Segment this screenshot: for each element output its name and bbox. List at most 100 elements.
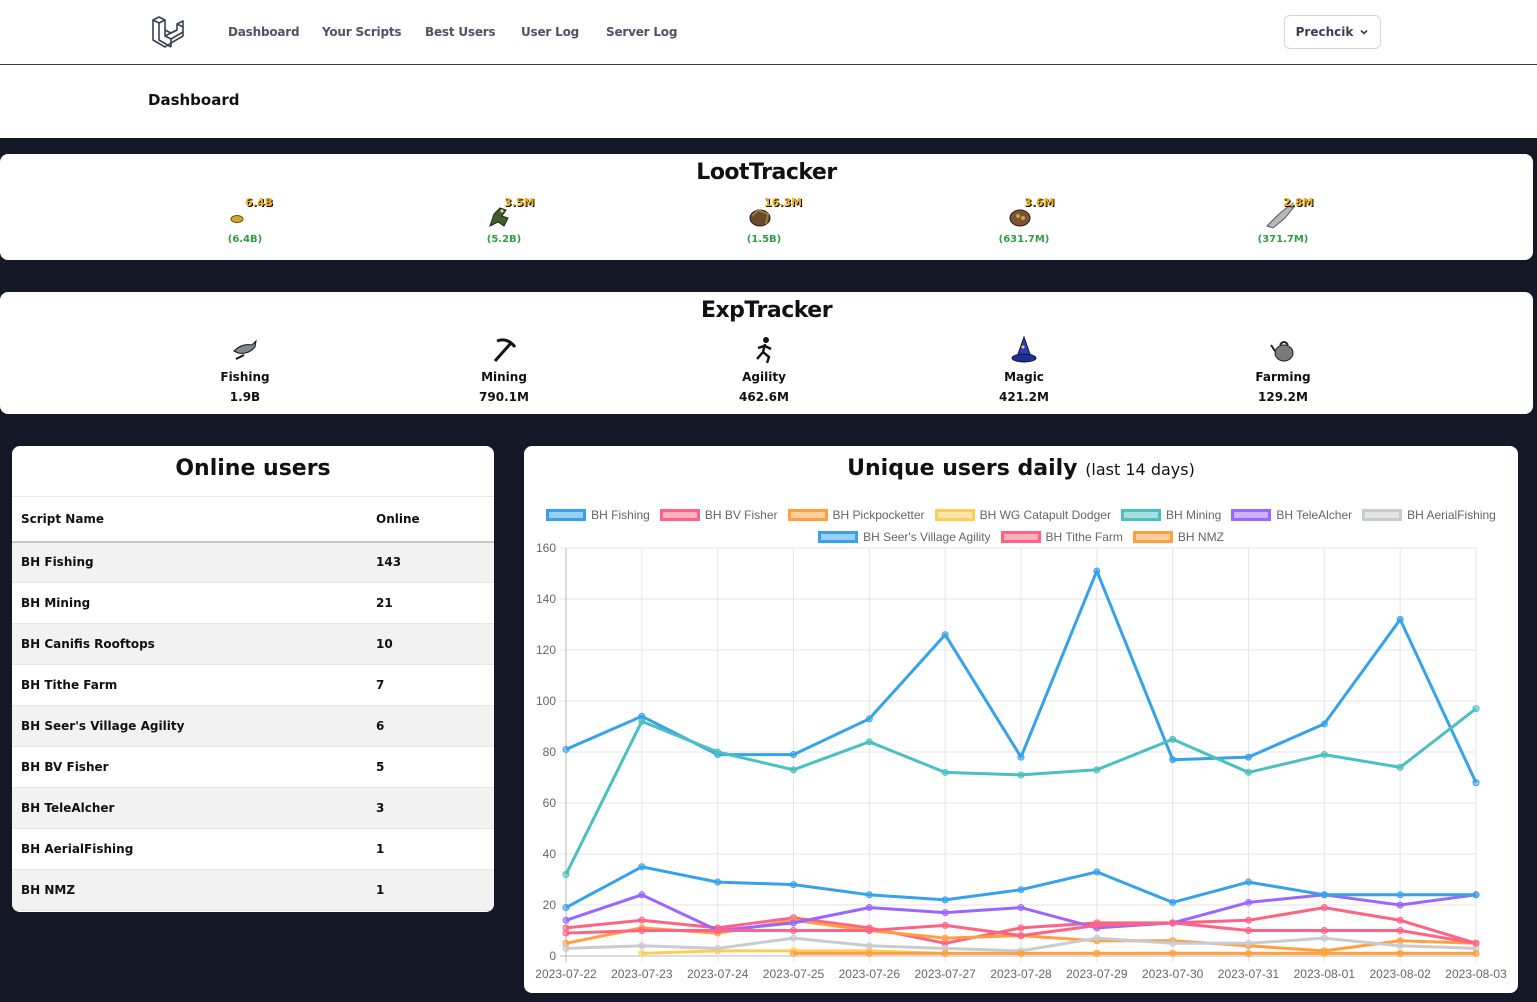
data-point	[1320, 949, 1328, 957]
data-point	[865, 942, 873, 950]
y-tick-label: 160	[536, 541, 556, 555]
farming-icon	[1270, 341, 1294, 362]
data-point	[638, 891, 646, 899]
data-point	[941, 631, 949, 639]
table-row[interactable]: BH TeleAlcher 3	[12, 787, 494, 829]
loot-qty: 2.8M	[1283, 196, 1314, 209]
table-header-row: Script Name Online	[12, 496, 494, 543]
data-point	[865, 715, 873, 723]
data-point	[1396, 891, 1404, 899]
loot-item[interactable]: 2.8M (371.7M)	[1223, 196, 1343, 245]
exp-item[interactable]: Fishing 1.9B	[185, 335, 305, 404]
data-point	[790, 949, 797, 957]
loot-qty: 16.3M	[764, 196, 803, 209]
nav-server-log[interactable]: Server Log	[606, 0, 677, 64]
x-tick-label: 2023-07-29	[1066, 967, 1128, 981]
legend-item[interactable]: BH AerialFishing	[1362, 508, 1496, 522]
exp-item[interactable]: Mining 790.1M	[444, 335, 564, 404]
chevron-down-icon	[1360, 29, 1368, 35]
agility-icon	[756, 337, 772, 364]
data-point	[1396, 901, 1404, 909]
loot-item[interactable]: 3.5M (5.2B)	[444, 196, 564, 245]
loot-item[interactable]: 16.3M (1.5B)	[704, 196, 824, 245]
exp-skill-value: 790.1M	[479, 390, 529, 404]
data-point	[1169, 949, 1177, 957]
x-tick-label: 2023-08-02	[1369, 967, 1431, 981]
column-header-online[interactable]: Online	[376, 496, 494, 543]
legend-label: BH BV Fisher	[704, 508, 778, 522]
table-row[interactable]: BH AerialFishing 1	[12, 828, 494, 870]
table-row[interactable]: BH Fishing 143	[12, 541, 494, 583]
legend-item[interactable]: BH BV Fisher	[659, 508, 778, 522]
y-tick-label: 80	[543, 745, 557, 759]
table-row[interactable]: BH Mining 21	[12, 582, 494, 624]
chart-title: Unique users daily (last 14 days)	[524, 446, 1518, 481]
legend-swatch	[934, 509, 975, 521]
nav-your-scripts[interactable]: Your Scripts	[322, 0, 402, 64]
data-point	[1093, 766, 1101, 774]
table-row[interactable]: BH NMZ 1	[12, 869, 494, 911]
unique-users-chart-panel: Unique users daily (last 14 days) BH Fis…	[524, 446, 1518, 993]
data-point	[1093, 567, 1101, 575]
exp-item[interactable]: Agility 462.6M	[704, 335, 824, 404]
user-menu-button[interactable]: Prechcik	[1284, 15, 1381, 49]
data-point	[790, 927, 797, 934]
data-point	[1320, 934, 1328, 942]
table-row[interactable]: BH BV Fisher 5	[12, 746, 494, 788]
nav-user-log[interactable]: User Log	[521, 0, 579, 64]
exp-skill-name: Farming	[1255, 370, 1311, 384]
legend-item[interactable]: BH TeleAlcher	[1231, 508, 1352, 522]
data-point	[865, 904, 873, 912]
table-row[interactable]: BH Seer's Village Agility 6	[12, 705, 494, 747]
y-tick-label: 60	[543, 796, 557, 810]
data-point	[1320, 904, 1328, 912]
legend-item[interactable]: BH Fishing	[546, 508, 650, 522]
exp-item[interactable]: Magic 421.2M	[964, 335, 1084, 404]
data-point	[638, 863, 646, 871]
legend-item[interactable]: BH Mining	[1120, 508, 1222, 522]
legend-item[interactable]: BH WG Catapult Dodger	[934, 508, 1111, 522]
data-point	[1396, 615, 1404, 623]
x-tick-label: 2023-07-25	[763, 967, 825, 981]
loot-item[interactable]: 6.4B (6.4B)	[185, 196, 305, 245]
data-point	[1396, 949, 1404, 957]
data-point	[1169, 735, 1177, 743]
legend-label: BH Mining	[1165, 508, 1222, 522]
data-point	[1017, 886, 1025, 894]
legend-label: BH Fishing	[591, 508, 650, 522]
data-point	[1093, 949, 1101, 957]
loot-value: (5.2B)	[486, 234, 522, 245]
online-count-cell: 5	[376, 746, 494, 788]
y-tick-label: 40	[543, 847, 557, 861]
data-point	[1169, 898, 1177, 906]
data-point	[562, 929, 570, 937]
nav-dashboard[interactable]: Dashboard	[225, 0, 302, 64]
x-tick-label: 2023-07-26	[839, 967, 901, 981]
loot-value: (1.5B)	[746, 234, 782, 245]
column-header-script-name[interactable]: Script Name	[12, 496, 376, 543]
data-point	[865, 949, 873, 957]
legend-item[interactable]: BH Pickpocketter	[787, 508, 925, 522]
loot-item[interactable]: 3.6M (631.7M)	[964, 196, 1084, 245]
data-point	[1093, 921, 1101, 929]
table-row[interactable]: BH Canifis Rooftops 10	[12, 623, 494, 665]
data-point	[1017, 904, 1025, 912]
data-point	[1017, 949, 1025, 957]
data-point	[941, 949, 949, 957]
exp-item[interactable]: Farming 129.2M	[1223, 335, 1343, 404]
laravel-logo-icon[interactable]	[150, 14, 186, 50]
script-name-cell: BH NMZ	[12, 869, 376, 911]
nav-best-users[interactable]: Best Users	[425, 0, 496, 64]
data-point	[1169, 939, 1177, 947]
loot-tracker-title: LootTracker	[696, 160, 837, 185]
loot-value: (6.4B)	[227, 234, 263, 245]
mining-icon	[493, 338, 517, 362]
data-point	[865, 927, 873, 934]
exp-skill-value: 421.2M	[999, 390, 1049, 404]
data-point	[1320, 927, 1328, 934]
exp-skill-value: 462.6M	[739, 390, 789, 404]
table-row[interactable]: BH Tithe Farm 7	[12, 664, 494, 706]
loot-value: (371.7M)	[1257, 234, 1309, 245]
online-count-cell: 7	[376, 664, 494, 706]
x-tick-label: 2023-07-22	[535, 967, 597, 981]
